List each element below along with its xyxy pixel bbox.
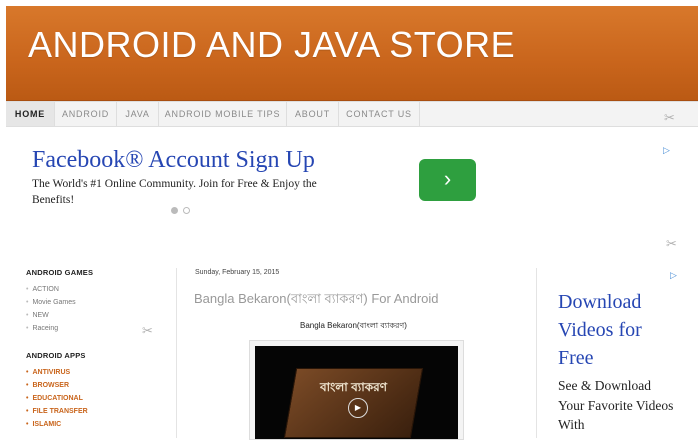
list-item[interactable]: • ISLAMIC: [26, 418, 176, 431]
site-header: ANDROID AND JAVA STORE: [6, 6, 698, 101]
carousel-dot[interactable]: [183, 207, 190, 214]
carousel-dot-active[interactable]: [171, 207, 178, 214]
list-item[interactable]: • Movie Games: [26, 296, 176, 309]
list-item[interactable]: • BROWSER: [26, 379, 176, 392]
ad-headline[interactable]: Facebook® Account Sign Up: [32, 147, 315, 174]
video-embed[interactable]: বাংলা ব্যাকরণ ▶: [249, 340, 464, 440]
chevron-right-icon[interactable]: ›: [419, 159, 476, 201]
post-title[interactable]: Bangla Bekaron(বাংলা ব্যাকরণ) For Androi…: [194, 290, 439, 311]
nav-home[interactable]: HOME: [6, 102, 55, 126]
nav-about[interactable]: ABOUT: [287, 102, 339, 126]
play-icon[interactable]: ▶: [348, 398, 368, 418]
list-item[interactable]: • ACTION: [26, 283, 176, 296]
ad-choices-icon[interactable]: ▷: [663, 145, 670, 156]
list-item[interactable]: • EDUCATIONAL: [26, 392, 176, 405]
video-caption: বাংলা ব্যাকরণ: [320, 380, 387, 394]
nav-contact-us[interactable]: CONTACT US: [339, 102, 420, 126]
list-item[interactable]: • ANTIVIRUS: [26, 366, 176, 379]
post-date: Sunday, February 15, 2015: [195, 269, 280, 276]
wrench-icon[interactable]: ✂: [664, 110, 675, 126]
side-ad-headline[interactable]: Download Videos for Free: [558, 288, 678, 372]
list-item[interactable]: • Raceing: [26, 322, 176, 335]
wrench-icon[interactable]: ✂: [666, 236, 677, 252]
games-heading: ANDROID GAMES: [26, 268, 94, 277]
site-title[interactable]: ANDROID AND JAVA STORE: [28, 24, 515, 66]
list-item[interactable]: • FILE TRANSFER: [26, 405, 176, 418]
side-ad-body: See & Download Your Favorite Videos With: [558, 378, 674, 432]
post-subtitle: Bangla Bekaron(বাংলা ব্যাকরণ): [300, 321, 407, 330]
games-list: • ACTION • Movie Games • NEW • Raceing: [26, 283, 176, 335]
column-divider: [176, 268, 177, 438]
nav-java[interactable]: JAVA: [117, 102, 159, 126]
nav-android-mobile-tips[interactable]: ANDROID MOBILE TIPS: [159, 102, 287, 126]
list-item[interactable]: • NEW: [26, 309, 176, 322]
nav-android[interactable]: ANDROID: [55, 102, 117, 126]
column-divider: [536, 268, 537, 438]
ad-choices-icon[interactable]: ▷: [670, 270, 677, 281]
video-frame[interactable]: বাংলা ব্যাকরণ ▶: [255, 346, 458, 439]
main-nav: HOME ANDROID JAVA ANDROID MOBILE TIPS AB…: [6, 101, 698, 127]
wrench-icon[interactable]: ✂: [142, 323, 153, 339]
ad-body: The World's #1 Online Community. Join fo…: [32, 178, 317, 206]
apps-heading: ANDROID APPS: [26, 351, 86, 360]
ad-banner[interactable]: Facebook® Account Sign Up The World's #1…: [30, 143, 670, 223]
apps-list: • ANTIVIRUS • BROWSER • EDUCATIONAL • FILE T…: [26, 366, 176, 431]
sidebar: ANDROID GAMES • ACTION • Movie Games • NEW …: [26, 268, 176, 431]
